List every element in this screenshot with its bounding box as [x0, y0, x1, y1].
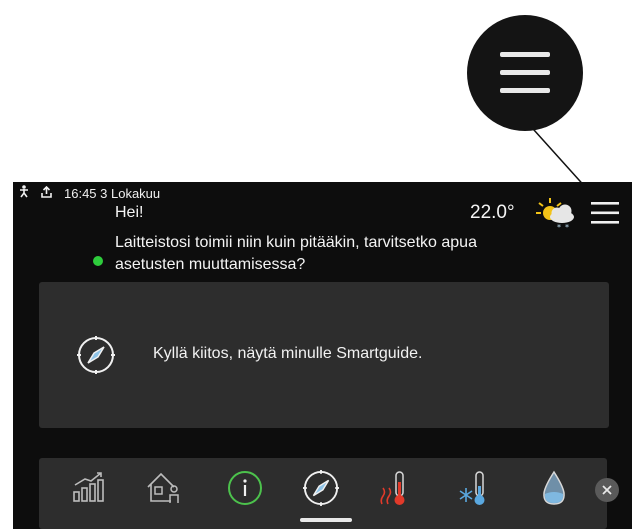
- home-person-icon[interactable]: [145, 470, 181, 504]
- compass-icon: [77, 336, 115, 374]
- stats-icon[interactable]: [73, 470, 105, 502]
- hamburger-menu-icon[interactable]: [591, 202, 619, 224]
- person-icon: [19, 185, 29, 201]
- heating-icon[interactable]: [379, 470, 409, 506]
- callout-magnifier: [467, 15, 583, 131]
- water-drop-icon[interactable]: [541, 470, 567, 506]
- status-datetime: 16:45 3 Lokakuu: [64, 185, 161, 201]
- smartguide-card[interactable]: Kyllä kiitos, näytä minulle Smartguide.: [39, 282, 609, 428]
- smartguide-text: Kyllä kiitos, näytä minulle Smartguide.: [153, 345, 423, 362]
- svg-text:*: *: [557, 223, 561, 232]
- status-message-line2: asetusten muuttamisessa?: [115, 256, 306, 273]
- partly-cloudy-snow-icon: * *: [536, 198, 574, 232]
- status-bar: 16:45 3 Lokakuu: [13, 184, 160, 202]
- close-button[interactable]: [595, 478, 619, 502]
- svg-text:*: *: [565, 223, 569, 232]
- status-message-line1: Laitteistosi toimii niin kuin pitääkin, …: [115, 234, 477, 251]
- status-message: Laitteistosi toimii niin kuin pitääkin, …: [115, 232, 545, 276]
- hamburger-menu-icon: [500, 52, 550, 93]
- greeting: Hei!: [115, 204, 144, 221]
- close-icon: [602, 485, 612, 495]
- outdoor-temperature: 22.0°: [470, 202, 515, 223]
- compass-icon[interactable]: [303, 470, 339, 506]
- info-icon[interactable]: [227, 470, 263, 506]
- home-indicator: [300, 518, 352, 522]
- upload-icon: [41, 185, 52, 201]
- device-screen: 16:45 3 Lokakuu Hei! Laitteistosi toimii…: [13, 182, 632, 529]
- cooling-icon[interactable]: [459, 470, 489, 506]
- status-ok-indicator: [93, 256, 103, 266]
